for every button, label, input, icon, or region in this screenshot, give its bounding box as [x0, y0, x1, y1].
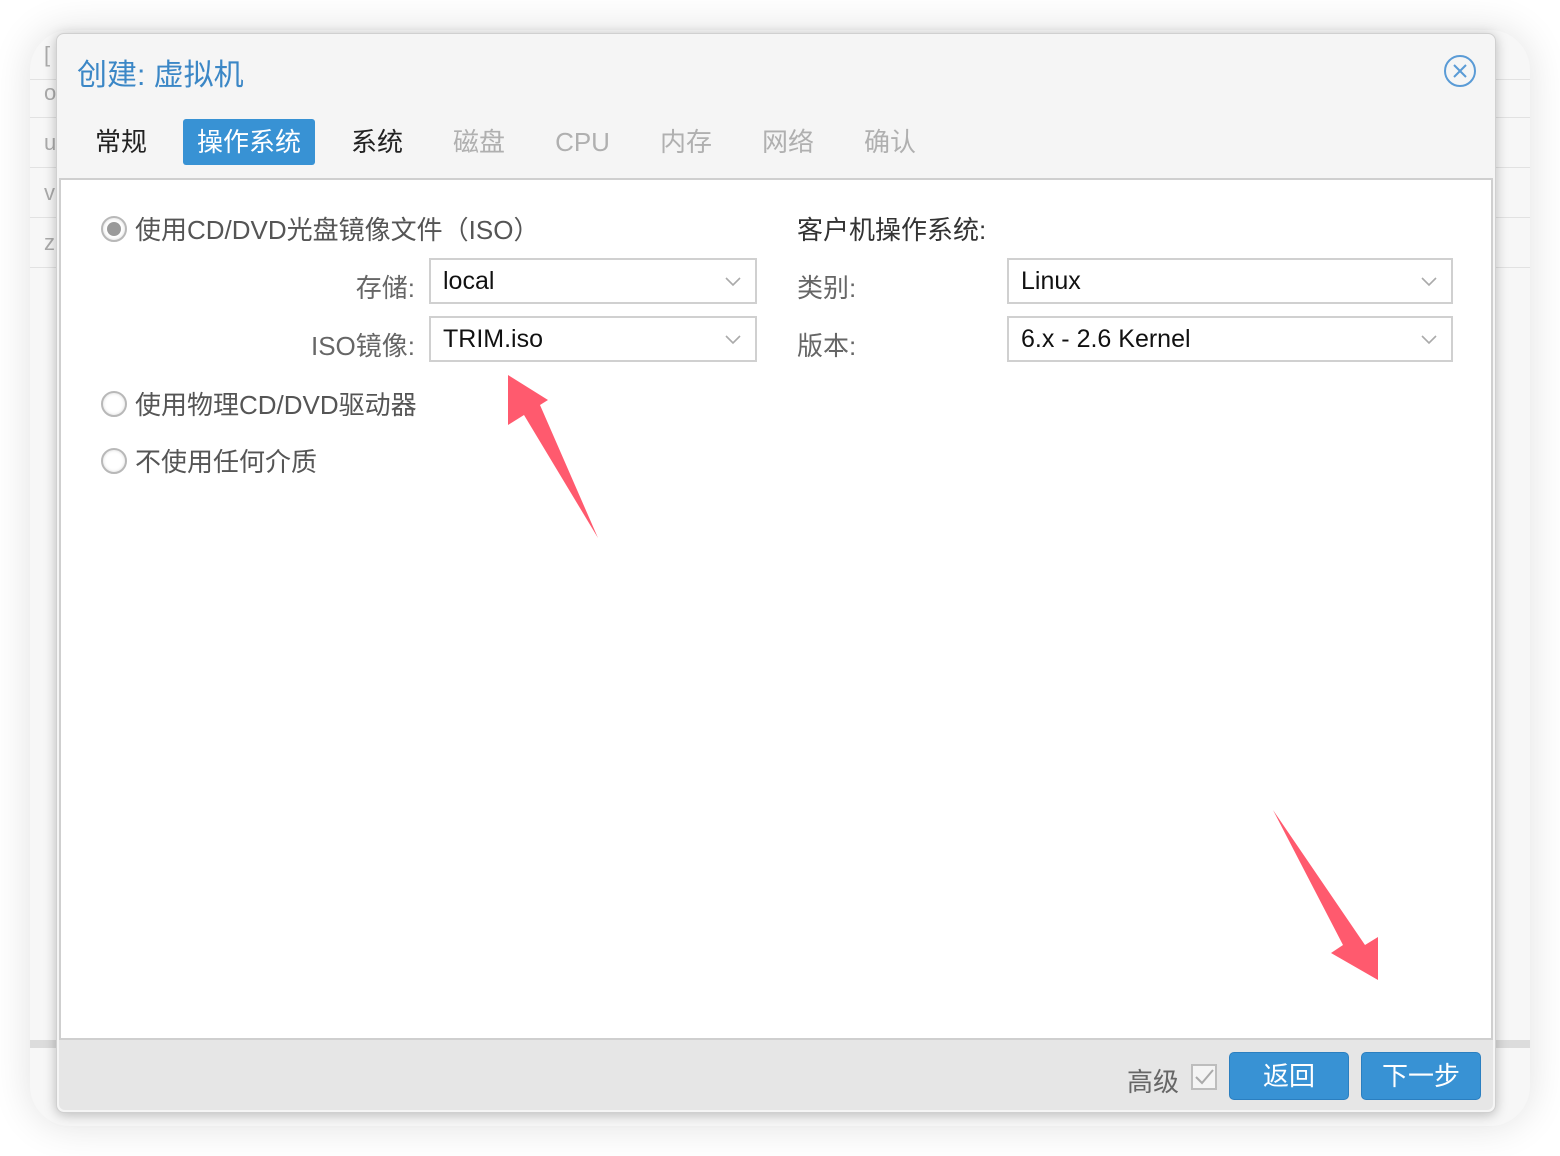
- radio-unchecked-icon[interactable]: [101, 447, 127, 474]
- os-type-select[interactable]: Linux: [1007, 258, 1453, 304]
- tab-network: 网络: [761, 127, 814, 157]
- wizard-tabs: 常规 操作系统 系统 磁盘 CPU 内存 网络 确认: [81, 118, 952, 166]
- radio-label: 使用CD/DVD光盘镜像文件（ISO）: [135, 215, 540, 245]
- os-version-select[interactable]: 6.x - 2.6 Kernel: [1007, 316, 1453, 362]
- tab-disk: 磁盘: [453, 127, 506, 157]
- storage-select[interactable]: local: [429, 258, 757, 304]
- chevron-down-icon: [1421, 277, 1437, 287]
- tab-os[interactable]: 操作系统: [183, 119, 316, 165]
- close-circle-icon: [1444, 55, 1476, 87]
- checkmark-icon: [1195, 1069, 1214, 1085]
- tab-general[interactable]: 常规: [81, 119, 161, 165]
- tab-memory: 内存: [659, 127, 712, 157]
- radio-checked-icon[interactable]: [101, 215, 127, 242]
- chevron-down-icon: [725, 277, 741, 287]
- guest-os-title: 客户机操作系统:: [797, 215, 987, 245]
- radio-no-media[interactable]: 不使用任何介质: [101, 442, 317, 479]
- storage-label: 存储:: [355, 273, 415, 303]
- dialog-footer: 高级 返回 下一步: [59, 1040, 1493, 1110]
- radio-label: 使用物理CD/DVD驱动器: [135, 390, 417, 420]
- chevron-down-icon: [725, 335, 741, 345]
- iso-image-label: ISO镜像:: [310, 331, 415, 361]
- storage-value: local: [443, 267, 495, 295]
- iso-image-select[interactable]: TRIM.iso: [429, 316, 757, 362]
- radio-unchecked-icon[interactable]: [101, 390, 127, 417]
- os-version-label: 版本:: [797, 331, 857, 361]
- create-vm-dialog: 创建: 虚拟机 常规 操作系统 系统 磁盘 CPU 内存 网络 确认 使用CD/…: [56, 33, 1496, 1113]
- tab-system[interactable]: 系统: [337, 119, 417, 165]
- close-button[interactable]: [1443, 54, 1477, 88]
- tab-cpu: CPU: [555, 127, 610, 157]
- os-panel: 使用CD/DVD光盘镜像文件（ISO） 存储: local ISO镜像: TRI…: [59, 178, 1493, 1040]
- iso-image-value: TRIM.iso: [443, 325, 543, 353]
- advanced-label: 高级: [1126, 1067, 1179, 1097]
- radio-use-iso[interactable]: 使用CD/DVD光盘镜像文件（ISO）: [101, 210, 539, 247]
- os-type-value: Linux: [1021, 267, 1081, 295]
- os-version-value: 6.x - 2.6 Kernel: [1021, 325, 1191, 353]
- dialog-title: 创建: 虚拟机: [77, 59, 244, 92]
- tab-confirm: 确认: [864, 127, 917, 157]
- os-type-label: 类别:: [797, 273, 857, 303]
- next-button[interactable]: 下一步: [1361, 1052, 1481, 1100]
- chevron-down-icon: [1421, 335, 1437, 345]
- back-button[interactable]: 返回: [1229, 1052, 1349, 1100]
- radio-physical-drive[interactable]: 使用物理CD/DVD驱动器: [101, 385, 417, 422]
- advanced-checkbox[interactable]: [1191, 1064, 1217, 1090]
- radio-label: 不使用任何介质: [135, 447, 318, 477]
